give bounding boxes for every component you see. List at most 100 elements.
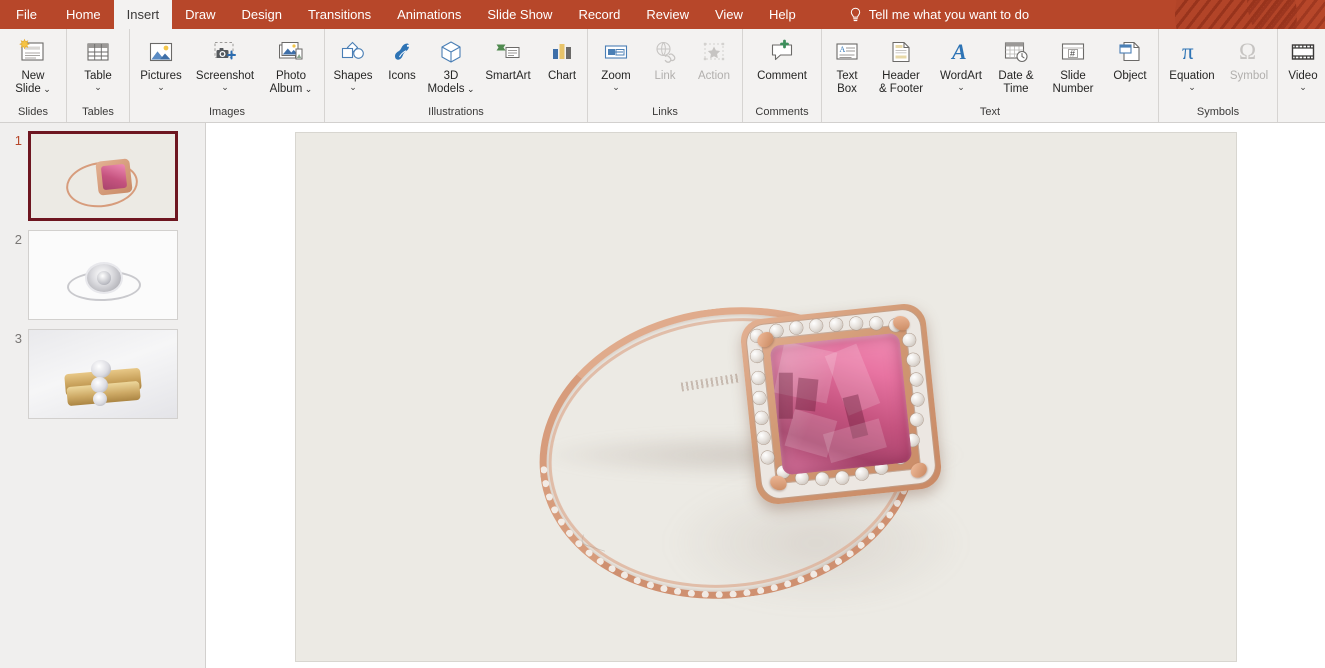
tab-home[interactable]: Home xyxy=(53,0,114,29)
current-slide-canvas[interactable] xyxy=(294,132,1237,662)
wordart-label: WordArt xyxy=(940,70,982,82)
zoom-icon xyxy=(601,36,631,68)
slide-number-icon: # xyxy=(1058,36,1088,68)
screenshot-icon xyxy=(210,36,240,68)
icons-button[interactable]: Icons xyxy=(379,32,425,104)
action-icon xyxy=(699,36,729,68)
new-slide-button[interactable]: New Slide ⌄ xyxy=(2,32,64,104)
tab-file-label: File xyxy=(16,7,37,22)
link-label: Link xyxy=(654,70,676,82)
new-slide-icon xyxy=(18,36,48,68)
chevron-down-icon: ⌄ xyxy=(302,83,313,94)
text-box-button[interactable]: A Text Box xyxy=(824,32,870,104)
tell-me-label: Tell me what you want to do xyxy=(868,7,1030,22)
group-label-media: Media xyxy=(1280,106,1325,119)
chevron-down-icon: ⌄ xyxy=(221,81,229,92)
ribbon-group-illustrations: Shapes ⌄ Icons 3D Models ⌄ SmartArt Char… xyxy=(324,29,587,122)
photo-album-button[interactable]: Photo Album ⌄ xyxy=(260,32,322,104)
icons-icon xyxy=(387,36,417,68)
tab-slide-show[interactable]: Slide Show xyxy=(474,0,565,29)
table-icon xyxy=(83,36,113,68)
svg-text:A: A xyxy=(840,45,846,54)
chevron-down-icon: ⌄ xyxy=(1299,81,1307,92)
ribbon-group-text: A Text Box Header & Footer A WordArt ⌄ D… xyxy=(821,29,1158,122)
photo-album-icon xyxy=(276,36,306,68)
group-label-illustrations: Illustrations xyxy=(428,106,484,118)
slide-thumbnail-panel[interactable]: 1 2 3 xyxy=(0,123,206,668)
pictures-button[interactable]: Pictures ⌄ xyxy=(132,32,190,104)
tab-help[interactable]: Help xyxy=(756,0,809,29)
shapes-button[interactable]: Shapes ⌄ xyxy=(327,32,379,104)
object-button[interactable]: Object xyxy=(1104,32,1156,104)
equation-label: Equation xyxy=(1169,70,1215,82)
header-footer-button[interactable]: Header & Footer xyxy=(870,32,932,104)
equation-button[interactable]: π Equation ⌄ xyxy=(1161,32,1223,104)
link-icon xyxy=(650,36,680,68)
slide-number-2: 2 xyxy=(14,232,22,247)
3d-models-icon xyxy=(436,36,466,68)
comment-button[interactable]: Comment xyxy=(745,32,819,104)
video-button[interactable]: Video ⌄ xyxy=(1280,32,1325,104)
chevron-down-icon: ⌄ xyxy=(157,81,165,92)
tab-review[interactable]: Review xyxy=(633,0,702,29)
chevron-down-icon: ⌄ xyxy=(464,83,475,94)
tab-animations[interactable]: Animations xyxy=(384,0,474,29)
screenshot-button[interactable]: Screenshot ⌄ xyxy=(190,32,260,104)
action-label: Action xyxy=(698,70,730,82)
ribbon-group-media: Video ⌄ Audio ⌄ xyxy=(1277,29,1325,122)
ribbon-group-links: Zoom ⌄ Link Action Links xyxy=(587,29,742,122)
zoom-button[interactable]: Zoom ⌄ xyxy=(590,32,642,104)
3d-models-label-1: 3D xyxy=(443,70,459,82)
thumbnail-image-1[interactable] xyxy=(28,131,178,221)
ribbon-group-symbols: π Equation ⌄ Ω Symbol Symbols xyxy=(1158,29,1277,122)
tab-home-label: Home xyxy=(65,7,101,22)
wordart-button[interactable]: A WordArt ⌄ xyxy=(932,32,990,104)
photo-album-label-2: Album xyxy=(269,82,303,95)
slide-thumbnail-3[interactable]: 3 xyxy=(0,329,205,419)
chevron-down-icon: ⌄ xyxy=(94,81,102,92)
group-label-tables: Tables xyxy=(82,106,114,118)
tell-me-search-box[interactable]: Tell me what you want to do xyxy=(835,0,1039,29)
slide-number-1: 1 xyxy=(14,133,22,148)
header-footer-label-2: & Footer xyxy=(878,82,924,95)
thumb-diamond-2-3 xyxy=(91,377,108,393)
tab-draw-label: Draw xyxy=(185,7,216,22)
thumbnail-image-3[interactable] xyxy=(28,329,178,419)
slide-editor-stage xyxy=(206,123,1325,668)
tab-record[interactable]: Record xyxy=(565,0,633,29)
tab-view[interactable]: View xyxy=(702,0,756,29)
tab-draw[interactable]: Draw xyxy=(172,0,228,29)
tab-animations-label: Animations xyxy=(397,7,462,22)
slide-ring-image xyxy=(296,133,1236,661)
tab-transitions[interactable]: Transitions xyxy=(295,0,384,29)
date-time-label-2: Time xyxy=(1003,82,1029,95)
ribbon: New Slide ⌄ Slides Table ⌄ Tables Pictur… xyxy=(0,29,1325,123)
3d-models-button[interactable]: 3D Models ⌄ xyxy=(425,32,477,104)
text-box-label-1: Text xyxy=(836,70,858,82)
chart-button[interactable]: Chart xyxy=(539,32,585,104)
group-label-slides: Slides xyxy=(18,106,48,118)
chevron-down-icon: ⌄ xyxy=(1188,81,1196,92)
thumbnail-image-2[interactable] xyxy=(28,230,178,320)
group-label-links: Links xyxy=(652,106,678,118)
thumb-ring-gem-1 xyxy=(100,163,128,191)
tab-insert[interactable]: Insert xyxy=(113,0,173,29)
date-time-button[interactable]: Date & Time xyxy=(990,32,1042,104)
screenshot-label: Screenshot xyxy=(195,70,255,82)
text-box-icon: A xyxy=(832,36,862,68)
slide-number-button[interactable]: # Slide Number xyxy=(1042,32,1104,104)
shapes-icon xyxy=(338,36,368,68)
group-label-text: Text xyxy=(979,106,1001,118)
table-button[interactable]: Table ⌄ xyxy=(69,32,127,104)
new-slide-label-2: Slide xyxy=(15,82,41,95)
tab-file[interactable]: File xyxy=(0,0,53,29)
video-label: Video xyxy=(1288,70,1318,82)
slide-thumbnail-2[interactable]: 2 xyxy=(0,230,205,320)
date-time-icon xyxy=(1001,36,1031,68)
slide-thumbnail-1[interactable]: 1 xyxy=(0,131,205,221)
smartart-button[interactable]: SmartArt xyxy=(477,32,539,104)
powerpoint-window: File Home Insert Draw Design Transitions… xyxy=(0,0,1325,668)
equation-icon: π xyxy=(1177,36,1207,68)
tab-design[interactable]: Design xyxy=(229,0,295,29)
tab-review-label: Review xyxy=(646,7,689,22)
